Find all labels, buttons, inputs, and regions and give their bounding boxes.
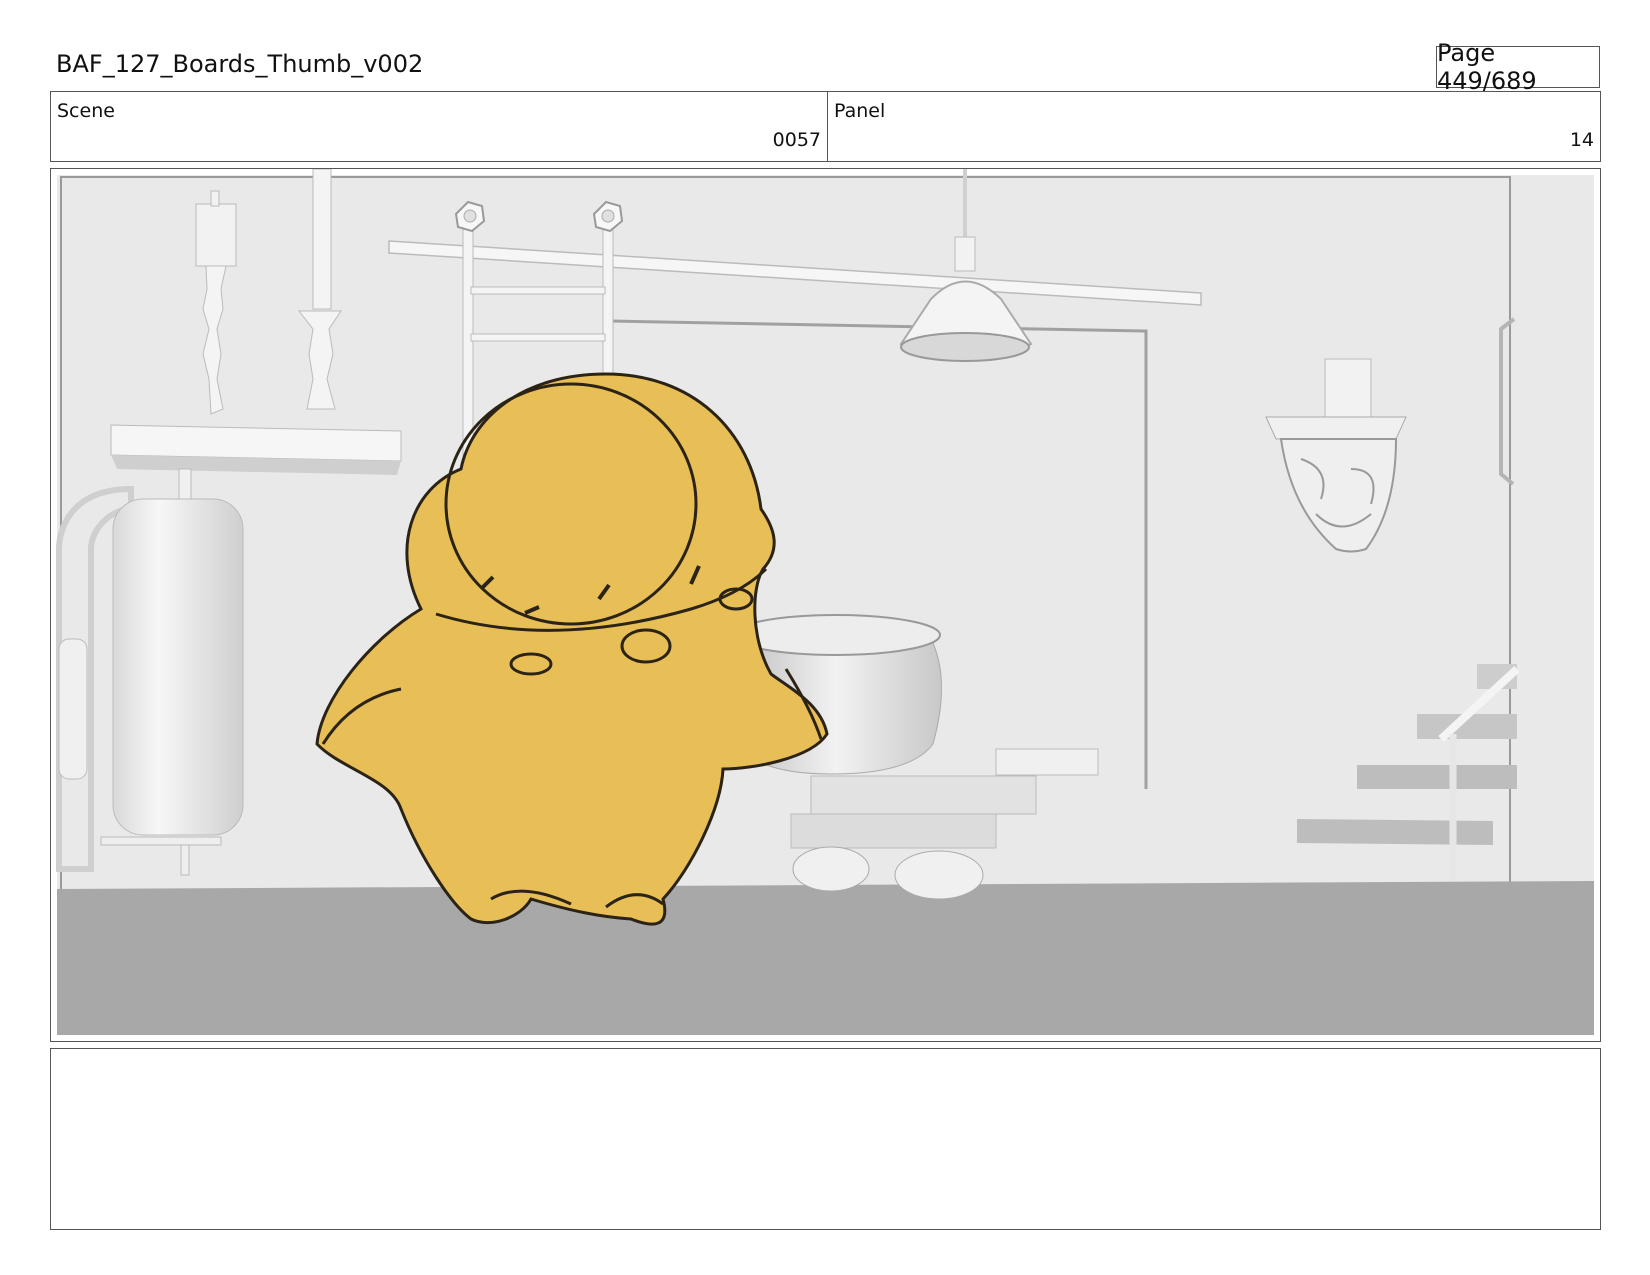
panel-cell: Panel 14 [828, 92, 1600, 161]
page-number-label: Page 449/689 [1437, 39, 1537, 95]
panel-number: 14 [1569, 129, 1594, 151]
storyboard-panel-image [56, 169, 1594, 1035]
scene-number: 0057 [772, 129, 821, 151]
storyboard-frame [50, 168, 1601, 1042]
panel-label: Panel [834, 100, 886, 122]
shelf [110, 424, 402, 475]
document-title: BAF_127_Boards_Thumb_v002 [56, 50, 424, 78]
scene-panel-info-row: Scene 0057 Panel 14 [50, 91, 1601, 162]
panel-notes-box [50, 1048, 1601, 1230]
floor [57, 881, 1594, 1035]
page-number: Page 449/689 [1436, 39, 1600, 95]
scene-cell: Scene 0057 [51, 92, 828, 161]
scene-label: Scene [57, 100, 115, 122]
